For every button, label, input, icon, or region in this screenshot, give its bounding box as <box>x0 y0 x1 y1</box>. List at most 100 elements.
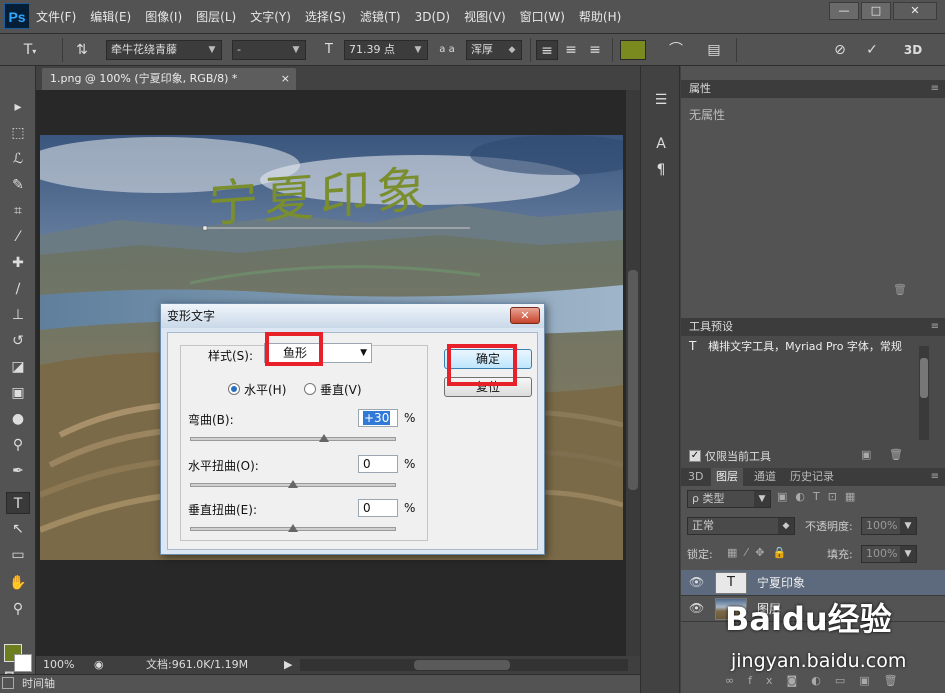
bend-slider[interactable] <box>190 434 396 442</box>
move-tool-icon[interactable]: ▸ <box>6 96 30 118</box>
lasso-tool-icon[interactable]: ℒ <box>6 148 30 170</box>
status-icon[interactable]: ◉ <box>94 656 104 674</box>
brush-tool-icon[interactable]: ∕ <box>6 278 30 300</box>
cancel-icon[interactable]: ⊘ <box>828 40 852 60</box>
menu-help[interactable]: 帮助(H) <box>579 0 621 34</box>
menu-edit[interactable]: 编辑(E) <box>90 0 131 34</box>
3d-button[interactable]: 3D <box>900 40 926 60</box>
quick-select-tool-icon[interactable]: ✎ <box>6 174 30 196</box>
horizontal-radio[interactable] <box>228 383 240 395</box>
visibility-eye-icon[interactable]: 👁 <box>689 575 704 589</box>
blend-mode-dropdown[interactable]: 正常 ◆ <box>687 517 795 535</box>
menu-filter[interactable]: 滤镜(T) <box>360 0 401 34</box>
horizontal-scrollbar[interactable] <box>300 659 628 671</box>
text-tool-preset-icon[interactable]: T▾ <box>18 40 42 60</box>
anti-alias-dropdown[interactable]: 浑厚 ◆ <box>466 40 522 60</box>
crop-tool-icon[interactable]: ⌗ <box>6 200 30 222</box>
font-style-dropdown[interactable]: - ▼ <box>232 40 306 60</box>
font-size-dropdown[interactable]: 71.39 点 ▼ <box>344 40 428 60</box>
lock-icons[interactable]: ▦⁄✥🔒 <box>727 546 794 559</box>
character-icon[interactable]: A <box>649 132 673 156</box>
menu-type[interactable]: 文字(Y) <box>250 0 291 34</box>
menu-window[interactable]: 窗口(W) <box>520 0 565 34</box>
stamp-tool-icon[interactable]: ⊥ <box>6 304 30 326</box>
warp-text-icon[interactable]: ⌒ <box>664 40 688 60</box>
opacity-input[interactable]: 100% ▼ <box>861 517 917 535</box>
eyedropper-tool-icon[interactable]: ⁄ <box>6 226 30 248</box>
layer-filter-dropdown[interactable]: ρ 类型 ▼ <box>687 490 771 508</box>
align-right-icon[interactable]: ≡ <box>584 40 606 60</box>
filter-icons[interactable]: ▣◐T⊡▦ <box>777 490 863 503</box>
dodge-tool-icon[interactable]: ⚲ <box>6 434 30 456</box>
toggle-orientation-icon[interactable]: ⇅ <box>70 40 94 60</box>
new-preset-icon[interactable]: ▣ <box>861 448 871 461</box>
pen-tool-icon[interactable]: ✒ <box>6 460 30 482</box>
presets-scrollbar[interactable] <box>919 346 929 440</box>
horizontal-scroll-thumb[interactable] <box>414 660 510 670</box>
align-center-icon[interactable]: ≡ <box>560 40 582 60</box>
status-menu-arrow-icon[interactable]: ▶ <box>284 656 292 674</box>
history-brush-tool-icon[interactable]: ↺ <box>6 330 30 352</box>
tab-channels[interactable]: 通道 <box>749 468 781 486</box>
bend-slider-knob[interactable] <box>318 434 329 442</box>
close-window-button[interactable]: ✕ <box>893 2 937 20</box>
horizontal-distortion-knob[interactable] <box>288 480 298 488</box>
menu-3d[interactable]: 3D(D) <box>415 0 450 34</box>
menu-layer[interactable]: 图层(L) <box>196 0 236 34</box>
blur-tool-icon[interactable]: ● <box>6 408 30 430</box>
shape-tool-icon[interactable]: ▭ <box>6 544 30 566</box>
type-tool-icon[interactable]: T <box>6 492 30 514</box>
layers-footer-icons[interactable]: ∞fx◙◐▭▣🗑 <box>725 674 912 687</box>
panel-menu-icon[interactable]: ≡ <box>931 80 939 98</box>
paragraph-icon[interactable]: ¶ <box>649 158 673 182</box>
menu-view[interactable]: 视图(V) <box>464 0 506 34</box>
gradient-tool-icon[interactable]: ▣ <box>6 382 30 404</box>
font-family-dropdown[interactable]: 牵牛花绕青藤 ▼ <box>106 40 222 60</box>
restore-button[interactable]: □ <box>861 2 891 20</box>
text-color-swatch[interactable] <box>620 40 646 60</box>
timeline-label[interactable]: 时间轴 <box>22 675 55 693</box>
eraser-tool-icon[interactable]: ◪ <box>6 356 30 378</box>
scroll-thumb[interactable] <box>628 270 638 490</box>
zoom-level[interactable]: 100% <box>43 656 74 674</box>
tool-preset-item[interactable]: T 横排文字工具，Myriad Pro 字体，常规 <box>689 338 923 354</box>
zoom-tool-icon[interactable]: ⚲ <box>6 598 30 620</box>
character-panel-icon[interactable]: ▤ <box>702 40 726 60</box>
dialog-close-button[interactable]: ✕ <box>510 307 540 324</box>
bend-input[interactable]: +30 <box>358 409 398 427</box>
visibility-eye-icon[interactable]: 👁 <box>689 601 704 615</box>
presets-scroll-thumb[interactable] <box>920 358 928 398</box>
menu-file[interactable]: 文件(F) <box>36 0 76 34</box>
hand-tool-icon[interactable]: ✋ <box>6 572 30 594</box>
delete-preset-icon[interactable]: 🗑 <box>889 448 903 461</box>
horizontal-distortion-slider[interactable] <box>190 480 396 488</box>
marquee-tool-icon[interactable]: ⬚ <box>6 122 30 144</box>
close-tab-icon[interactable]: × <box>281 68 290 90</box>
path-select-tool-icon[interactable]: ↖ <box>6 518 30 540</box>
layer-name[interactable]: 宁夏印象 <box>757 570 805 596</box>
layers-menu-icon[interactable]: ≡ <box>931 468 939 486</box>
menu-select[interactable]: 选择(S) <box>305 0 346 34</box>
tool-presets-menu-icon[interactable]: ≡ <box>931 318 939 336</box>
menu-image[interactable]: 图像(I) <box>145 0 182 34</box>
properties-trash-icon[interactable]: 🗑 <box>893 283 907 296</box>
healing-tool-icon[interactable]: ✚ <box>6 252 30 274</box>
timeline-bar[interactable]: 时间轴 <box>0 674 640 693</box>
vertical-distortion-slider[interactable] <box>190 524 396 532</box>
horizontal-distortion-input[interactable]: 0 <box>358 455 398 473</box>
vertical-distortion-input[interactable]: 0 <box>358 499 398 517</box>
align-left-icon[interactable]: ≡ <box>536 40 558 60</box>
tab-layers[interactable]: 图层 <box>711 468 743 486</box>
document-tab[interactable]: 1.png @ 100% (宁夏印象, RGB/8) * × <box>42 68 296 90</box>
tab-3d[interactable]: 3D <box>683 468 708 486</box>
tab-history[interactable]: 历史记录 <box>785 468 839 486</box>
vertical-distortion-knob[interactable] <box>288 524 298 532</box>
fill-input[interactable]: 100% ▼ <box>861 545 917 563</box>
layer-row-text[interactable]: 👁 T 宁夏印象 <box>681 570 945 596</box>
current-tool-only-checkbox[interactable]: ✓ <box>689 450 701 462</box>
layer-comps-icon[interactable]: ☰ <box>649 88 673 112</box>
minimize-button[interactable]: — <box>829 2 859 20</box>
commit-icon[interactable]: ✓ <box>860 40 884 60</box>
vertical-radio[interactable] <box>304 383 316 395</box>
vertical-scrollbar[interactable] <box>626 90 640 656</box>
